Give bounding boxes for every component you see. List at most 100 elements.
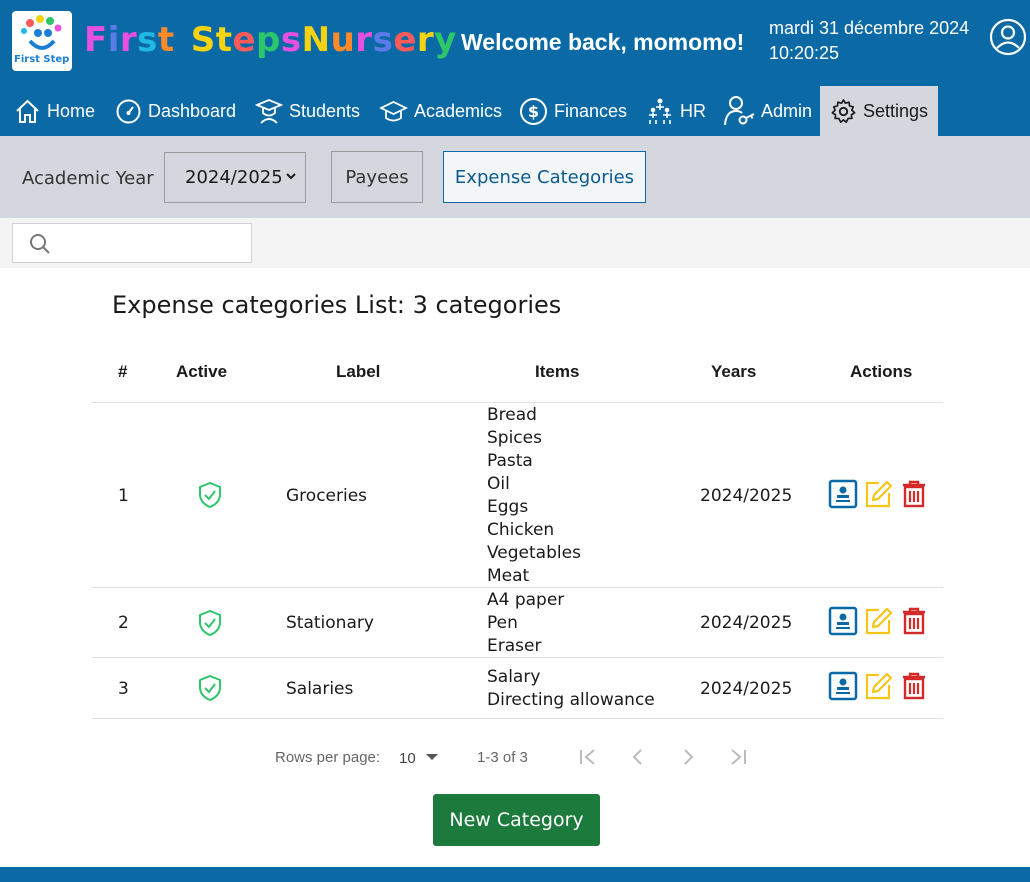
column-header-active: Active: [176, 362, 228, 381]
column-header-label: Label: [336, 362, 381, 381]
item: Salary: [487, 667, 541, 687]
datetime: mardi 31 décembre 2024 10:20:25: [769, 16, 969, 66]
nav-home[interactable]: Home: [14, 86, 95, 136]
search-input[interactable]: [12, 223, 252, 263]
item: Directing allowance: [487, 690, 655, 710]
brand-letter: s: [137, 20, 158, 60]
row-number: 1: [118, 486, 129, 506]
item: Eggs: [487, 497, 529, 517]
rows-per-page-label: Rows per page:: [275, 749, 381, 766]
admin-key-icon: [724, 95, 755, 125]
item: Pen: [487, 613, 518, 633]
row-divider: [92, 657, 943, 658]
nav-finances[interactable]: $ Finances: [519, 86, 627, 136]
edit-icon[interactable]: [863, 671, 893, 701]
nav-hr-label: HR: [680, 100, 706, 121]
brand-letter: e: [393, 20, 417, 60]
footer-bar: [0, 867, 1030, 882]
column-header-number: #: [118, 362, 128, 381]
chevron-down-icon: [286, 173, 296, 180]
user-account-icon[interactable]: [989, 18, 1027, 56]
row-number: 3: [118, 679, 129, 699]
current-time: 10:20:25: [769, 43, 840, 63]
view-details-icon[interactable]: [828, 479, 858, 509]
gear-icon: [831, 98, 856, 123]
item: Meat: [487, 566, 530, 586]
item: Eraser: [487, 636, 542, 656]
view-details-icon[interactable]: [828, 671, 858, 701]
delete-icon[interactable]: [899, 479, 929, 509]
nav-academics[interactable]: Academics: [379, 86, 502, 136]
brand-letter: r: [416, 20, 435, 60]
nav-hr[interactable]: HR: [646, 86, 706, 136]
item: A4 paper: [487, 590, 565, 610]
rows-per-page-select[interactable]: 10: [399, 749, 416, 769]
nav-dashboard[interactable]: Dashboard: [115, 86, 236, 136]
nav-home-label: Home: [47, 100, 96, 121]
welcome-message: Welcome back, momomo!: [461, 29, 745, 55]
nav-academics-label: Academics: [414, 100, 503, 121]
brand-letter: r: [355, 20, 373, 60]
nav-admin[interactable]: Admin: [724, 86, 812, 136]
brand-letter: u: [330, 20, 356, 60]
item: Oil: [487, 474, 510, 494]
active-shield-icon: [199, 674, 221, 702]
logo-text: First Step: [14, 54, 70, 65]
brand-letter: t: [157, 20, 175, 60]
view-details-icon[interactable]: [828, 606, 858, 636]
column-header-items: Items: [535, 362, 580, 381]
caret-down-icon[interactable]: [424, 752, 440, 762]
brand-word: Nursery: [302, 20, 457, 60]
payees-button[interactable]: Payees: [331, 151, 423, 203]
edit-icon[interactable]: [863, 606, 893, 636]
logo[interactable]: First Step: [12, 11, 72, 71]
nav-admin-label: Admin: [761, 100, 813, 121]
svg-text:$: $: [528, 102, 539, 121]
brand-letter: F: [84, 20, 108, 60]
category-label: Groceries: [286, 486, 368, 506]
category-years: 2024/2025: [700, 486, 793, 506]
brand-letter: p: [256, 20, 281, 60]
nav-settings[interactable]: Settings: [820, 86, 938, 136]
edit-icon[interactable]: [863, 479, 893, 509]
item: Pasta: [487, 451, 533, 471]
category-label: Salaries: [286, 679, 354, 699]
next-page-icon[interactable]: [678, 747, 698, 767]
category-years: 2024/2025: [700, 679, 793, 699]
academic-year-label: Academic Year: [22, 168, 154, 189]
column-header-years: Years: [711, 362, 757, 381]
list-title: Expense categories List: 3 categories: [112, 291, 562, 319]
category-years: 2024/2025: [700, 613, 793, 633]
delete-icon[interactable]: [899, 606, 929, 636]
category-items: A4 paper Pen Eraser: [487, 589, 564, 658]
item: Bread: [487, 405, 537, 425]
brand-word: First: [84, 20, 175, 60]
category-items: Salary Directing allowance: [487, 666, 655, 712]
rows-per-page-value: 10: [399, 750, 416, 767]
student-icon: [255, 98, 283, 124]
brand-letter: S: [190, 20, 216, 60]
brand-letter: i: [107, 20, 120, 60]
first-page-icon[interactable]: [578, 747, 598, 767]
delete-icon[interactable]: [899, 671, 929, 701]
nav-students-label: Students: [289, 100, 361, 121]
last-page-icon[interactable]: [728, 747, 748, 767]
dollar-icon: $: [520, 97, 547, 125]
new-category-button[interactable]: New Category: [433, 794, 600, 846]
brand-letter: s: [372, 20, 394, 60]
home-icon: [16, 99, 39, 123]
item: Spices: [487, 428, 542, 448]
brand-letter: s: [280, 20, 302, 60]
category-label: Stationary: [286, 613, 374, 633]
speedometer-icon: [116, 99, 141, 123]
academic-year-value: 2024/2025: [185, 167, 283, 188]
previous-page-icon[interactable]: [628, 747, 648, 767]
expense-categories-button[interactable]: Expense Categories: [443, 151, 646, 203]
search-icon: [30, 234, 50, 254]
brand-name: First StepsNursery: [84, 20, 457, 60]
row-divider: [92, 718, 943, 719]
nav-students[interactable]: Students: [255, 86, 360, 136]
academic-year-select[interactable]: 2024/2025: [164, 152, 306, 203]
nav-finances-label: Finances: [554, 100, 628, 121]
row-number: 2: [118, 613, 129, 633]
